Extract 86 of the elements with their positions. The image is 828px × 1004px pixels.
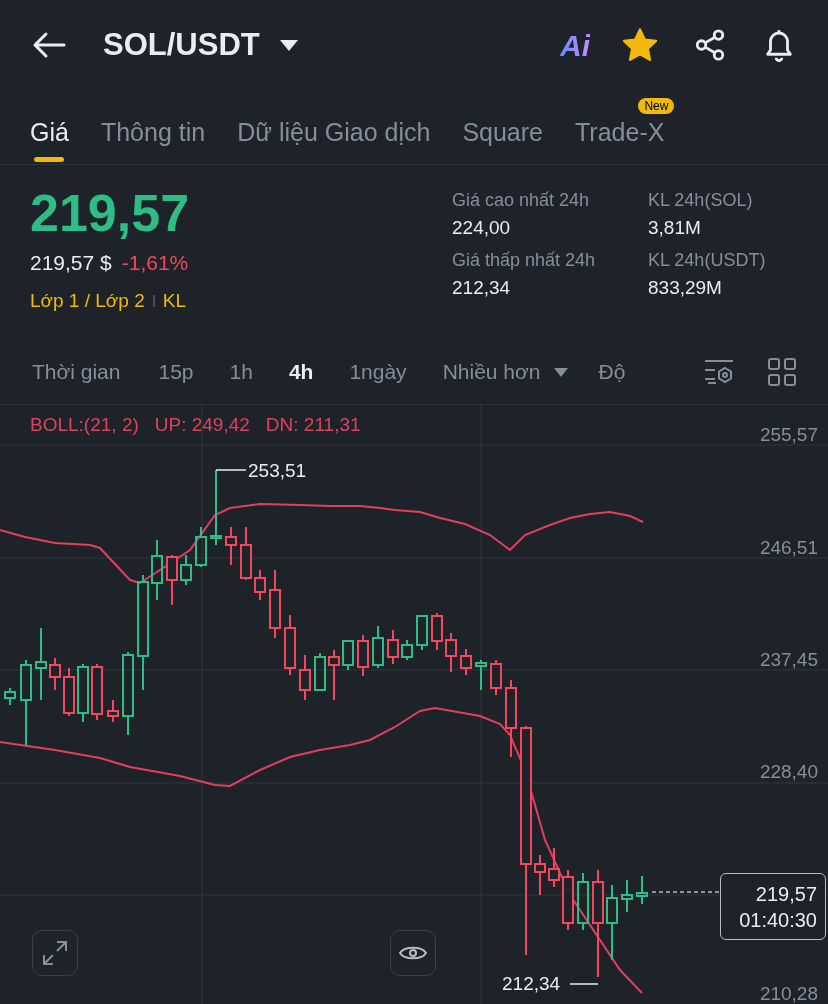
stat-value: 212,34 [452,275,512,300]
stat-label: KL 24h(SOL) [648,189,754,212]
candlestick [49,657,61,691]
candlestick [4,687,16,706]
candlestick [269,569,281,639]
candlestick [180,554,192,586]
price-axis-label: 255,57 [759,424,818,446]
candlestick [534,854,546,896]
grid-layout-icon[interactable] [768,358,796,386]
candlestick [431,612,443,651]
stat-value: 224,00 [452,216,512,240]
interval-tab[interactable]: 1ngày [349,356,407,388]
interval-tab[interactable]: 1h [229,356,253,388]
last-price-value: 219,57 [755,881,817,907]
candlestick [577,872,589,931]
interval-tab[interactable]: 4h [288,356,314,388]
candlestick [490,659,502,696]
upper-band-value: UP: 249,42 [154,413,250,437]
interval-tab[interactable]: 15p [158,356,194,388]
price-change: -1,61% [121,250,189,276]
tab-underline [34,157,65,162]
candlestick [401,639,413,661]
stat-label: Giá thấp nhất 24h [452,248,597,272]
price-axis-label: 228,40 [759,761,818,783]
caret-down-icon[interactable] [279,39,298,51]
candle-countdown: 01:40:30 [739,907,817,933]
low-price-label: 212,34 [502,973,561,995]
tab[interactable]: Square [462,92,543,164]
new-badge: New [638,98,675,114]
candlestick [328,649,340,701]
stat-label: Giá cao nhất 24h [452,189,591,212]
tag-link[interactable]: KL [162,286,186,315]
back-arrow-icon[interactable] [32,31,66,59]
candlestick [195,526,207,568]
candlestick [636,875,648,905]
candlestick [63,667,75,717]
candlestick [240,526,252,581]
depth-tab[interactable]: Độ [598,356,626,388]
leader-line [216,469,246,471]
eye-icon [399,944,427,962]
pair-title[interactable]: SOL/USDT [103,21,260,69]
indicator-settings-icon[interactable] [704,359,734,385]
candlestick [460,648,472,676]
candlestick [225,526,237,566]
candlestick [475,659,487,691]
tab[interactable]: Dữ liệu Giao dịch [237,92,431,164]
tag-link[interactable]: Lớp 1 / Lớp 2 [30,286,145,315]
candlestick [166,554,178,606]
star-icon[interactable] [622,28,658,62]
candlestick [254,569,266,601]
fiat-price: 219,57 $ [30,250,112,276]
tab[interactable]: Thông tin [100,92,206,164]
candlestick [151,539,163,601]
leader-line [570,983,598,985]
candlestick [416,614,428,651]
candlestick [372,625,384,669]
candlestick [91,663,103,721]
candlestick [621,879,633,913]
time-label: Thời gian [32,359,121,386]
more-menu[interactable]: Nhiều hơn [442,356,541,388]
candlestick [107,699,119,723]
candlestick [314,652,326,691]
tab[interactable]: Giá [30,92,69,164]
stat-label: KL 24h(USDT) [648,248,767,272]
price-axis-label: 210,28 [759,983,818,1004]
candlestick [445,632,457,673]
stat-value: 3,81M [648,216,702,240]
candlestick [357,634,369,677]
share-icon[interactable] [693,28,727,62]
candlestick [387,629,399,665]
fullscreen-button[interactable] [32,930,78,976]
high-price-label: 253,51 [248,460,307,482]
expand-icon [42,940,68,966]
lower-band-value: DN: 211,31 [265,413,361,437]
candlestick [299,654,311,701]
stat-value: 833,29M [648,275,723,300]
price-axis-label: 237,45 [759,649,818,671]
price-axis-label: 246,51 [759,537,818,559]
visibility-button[interactable] [390,930,436,976]
candlestick [284,614,296,676]
last-price: 219,57 [30,185,191,241]
candlestick [562,869,574,931]
indicator-label: BOLL:(21, 2) [30,413,139,437]
candlestick [548,847,560,888]
candlestick [77,663,89,723]
candlestick [342,639,354,671]
